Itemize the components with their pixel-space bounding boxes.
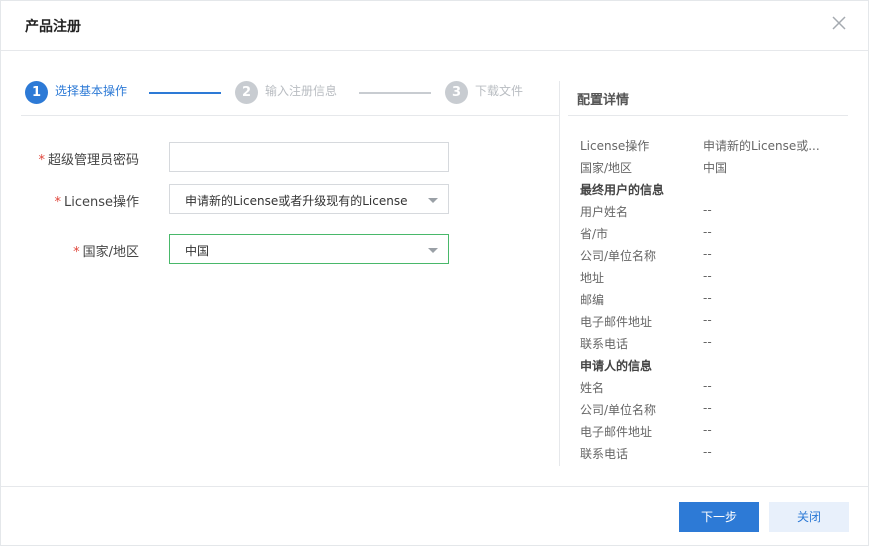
details-row: 地址 -- [580, 269, 840, 287]
details-key: 省/市 [580, 227, 609, 241]
step-3-number: 3 [445, 81, 468, 104]
details-key: 邮编 [580, 293, 605, 307]
step-connector-2 [359, 92, 431, 94]
close-button[interactable]: 关闭 [769, 502, 849, 532]
details-row: 国家/地区 中国 [580, 159, 840, 177]
details-value: -- [703, 313, 712, 327]
details-key: 公司/单位名称 [580, 249, 657, 263]
details-key: 国家/地区 [580, 161, 633, 175]
details-key: 电子邮件地址 [580, 425, 653, 439]
details-value: -- [703, 401, 712, 415]
details-row: 邮编 -- [580, 291, 840, 309]
password-row: * 超级管理员密码 [1, 142, 139, 172]
required-mark: * [73, 245, 80, 260]
license-op-value: 申请新的License或者升级现有的License [185, 194, 408, 208]
license-op-select[interactable]: 申请新的License或者升级现有的License [169, 184, 449, 214]
step-2-number: 2 [235, 81, 258, 104]
details-key: 最终用户的信息 [580, 183, 665, 197]
details-row: 省/市 -- [580, 225, 840, 243]
country-select[interactable]: 中国 [169, 234, 449, 264]
details-value: -- [703, 445, 712, 459]
details-key: 公司/单位名称 [580, 403, 657, 417]
details-value: -- [703, 335, 712, 349]
details-key: 联系电话 [580, 337, 629, 351]
dialog-title: 产品注册 [25, 19, 81, 35]
step-connector-1 [149, 92, 221, 94]
details-value: -- [703, 379, 712, 393]
chevron-down-icon [428, 198, 438, 203]
footer-divider [1, 486, 868, 487]
details-key: 用户姓名 [580, 205, 629, 219]
details-section-heading: 最终用户的信息 [580, 181, 840, 199]
step-2-label: 输入注册信息 [265, 84, 338, 98]
details-row: 电子邮件地址 -- [580, 423, 840, 441]
details-value: -- [703, 423, 712, 437]
required-mark: * [54, 195, 61, 210]
details-value: 申请新的License或... [703, 139, 820, 153]
details-key: License操作 [580, 139, 650, 153]
details-key: 地址 [580, 271, 605, 285]
password-label: * 超级管理员密码 [38, 153, 139, 168]
details-key: 联系电话 [580, 447, 629, 461]
details-value: -- [703, 203, 712, 217]
step-1-number: 1 [25, 81, 48, 104]
details-row: 用户姓名 -- [580, 203, 840, 221]
details-value: -- [703, 247, 712, 261]
details-value: 中国 [703, 161, 728, 175]
next-button[interactable]: 下一步 [679, 502, 759, 532]
details-row: 联系电话 -- [580, 335, 840, 353]
dialog-header: 产品注册 [1, 1, 868, 51]
details-row: 公司/单位名称 -- [580, 401, 840, 419]
details-row: License操作 申请新的License或... [580, 137, 840, 155]
details-divider [568, 115, 848, 116]
details-row: 联系电话 -- [580, 445, 840, 463]
details-value: -- [703, 269, 712, 283]
details-row: 姓名 -- [580, 379, 840, 397]
panel-divider [559, 81, 560, 466]
details-row: 公司/单位名称 -- [580, 247, 840, 265]
license-op-label: * License操作 [54, 195, 139, 210]
step-3-label: 下载文件 [475, 84, 524, 98]
step-indicator: 1 选择基本操作 2 输入注册信息 3 下载文件 [25, 79, 545, 107]
details-section-heading: 申请人的信息 [580, 357, 840, 375]
details-title: 配置详情 [577, 93, 630, 108]
country-label: * 国家/地区 [73, 245, 139, 260]
close-icon[interactable] [829, 13, 849, 33]
country-value: 中国 [185, 244, 210, 258]
country-row: * 国家/地区 [1, 234, 139, 264]
details-value: -- [703, 291, 712, 305]
chevron-down-icon [428, 248, 438, 253]
details-key: 姓名 [580, 381, 605, 395]
details-row: 电子邮件地址 -- [580, 313, 840, 331]
required-mark: * [38, 153, 45, 168]
details-value: -- [703, 225, 712, 239]
details-key: 申请人的信息 [580, 359, 653, 373]
admin-password-input[interactable] [169, 142, 449, 172]
license-op-row: * License操作 [1, 184, 139, 214]
step-1-label: 选择基本操作 [55, 84, 128, 98]
product-registration-dialog: 产品注册 1 选择基本操作 2 输入注册信息 3 下载文件 *超级管理员密码 [0, 0, 869, 546]
details-key: 电子邮件地址 [580, 315, 653, 329]
steps-divider [21, 115, 559, 116]
